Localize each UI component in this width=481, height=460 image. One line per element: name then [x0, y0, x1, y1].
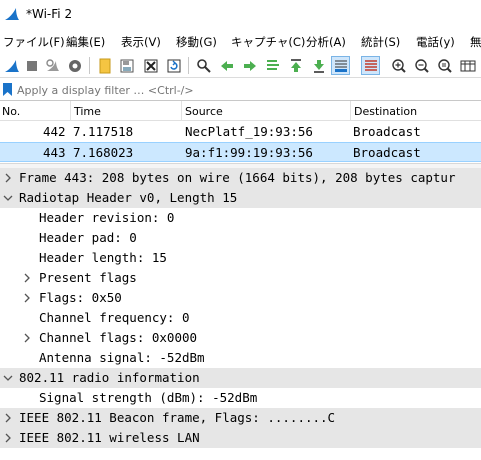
chevron-down-icon[interactable] — [2, 191, 14, 205]
tree-item-header-pad[interactable]: Header pad: 0 — [0, 228, 481, 248]
menu-file[interactable]: ファイル(F) — [3, 34, 65, 50]
tree-item-radiotap[interactable]: Radiotap Header v0, Length 15 — [0, 188, 481, 208]
last-packet-icon[interactable] — [309, 56, 328, 75]
packet-row-selected[interactable]: 443 7.168023 9a:f1:99:19:93:56 Broadcast — [0, 142, 481, 162]
capture-options-icon[interactable] — [65, 56, 84, 75]
packet-destination: Broadcast — [353, 124, 421, 139]
normal-size-icon[interactable] — [435, 56, 454, 75]
tree-item-beacon-frame[interactable]: IEEE 802.11 Beacon frame, Flags: .......… — [0, 408, 481, 428]
menu-go[interactable]: 移動(G) — [176, 34, 217, 50]
tree-item-wireless-lan[interactable]: IEEE 802.11 wireless LAN — [0, 428, 481, 448]
chevron-right-icon[interactable] — [2, 431, 14, 445]
chevron-down-icon[interactable] — [2, 371, 14, 385]
main-toolbar — [0, 53, 481, 78]
tree-item-header-length[interactable]: Header length: 15 — [0, 248, 481, 268]
restart-capture-icon[interactable] — [43, 56, 62, 75]
chevron-right-icon[interactable] — [2, 411, 14, 425]
packet-no: 443 — [43, 145, 66, 160]
stop-capture-icon[interactable] — [22, 56, 41, 75]
go-back-icon[interactable] — [217, 56, 236, 75]
colorize-icon[interactable] — [361, 56, 380, 75]
auto-scroll-icon[interactable] — [331, 56, 350, 75]
display-filter-bar — [0, 79, 481, 101]
chevron-right-icon[interactable] — [21, 271, 33, 285]
packet-source: 9a:f1:99:19:93:56 — [185, 145, 313, 160]
packet-details-tree: Frame 443: 208 bytes on wire (1664 bits)… — [0, 168, 481, 460]
packet-row[interactable]: 442 7.117518 NecPlatf_19:93:56 Broadcast — [0, 122, 481, 142]
column-header-source[interactable]: Source — [185, 105, 223, 118]
packet-list-header: No. Time Source Destination — [0, 101, 481, 121]
reload-file-icon[interactable] — [164, 56, 183, 75]
menu-telephony[interactable]: 電話(y) — [416, 34, 455, 50]
tree-item-present-flags[interactable]: Present flags — [0, 268, 481, 288]
tree-item-flags[interactable]: Flags: 0x50 — [0, 288, 481, 308]
zoom-in-icon[interactable] — [389, 56, 408, 75]
menu-bar: ファイル(F) 編集(E) 表示(V) 移動(G) キャプチャ(C) 分析(A)… — [0, 32, 481, 52]
zoom-out-icon[interactable] — [412, 56, 431, 75]
chevron-right-icon[interactable] — [21, 331, 33, 345]
menu-view[interactable]: 表示(V) — [121, 34, 161, 50]
window-title: *Wi-Fi 2 — [26, 7, 73, 21]
open-file-icon[interactable] — [95, 56, 114, 75]
menu-edit[interactable]: 編集(E) — [66, 34, 105, 50]
packet-time: 7.117518 — [73, 124, 134, 139]
chevron-right-icon[interactable] — [21, 291, 33, 305]
column-header-time[interactable]: Time — [74, 105, 101, 118]
column-header-destination[interactable]: Destination — [354, 105, 417, 118]
tree-item-frame[interactable]: Frame 443: 208 bytes on wire (1664 bits)… — [0, 168, 481, 188]
tree-item-antenna-signal[interactable]: Antenna signal: -52dBm — [0, 348, 481, 368]
packet-source: NecPlatf_19:93:56 — [185, 124, 313, 139]
display-filter-input[interactable] — [17, 81, 479, 99]
go-forward-icon[interactable] — [240, 56, 259, 75]
title-bar: *Wi-Fi 2 — [0, 0, 481, 30]
go-to-packet-icon[interactable] — [263, 56, 282, 75]
tree-item-radio-information[interactable]: 802.11 radio information — [0, 368, 481, 388]
bookmark-icon[interactable] — [3, 83, 12, 96]
menu-capture[interactable]: キャプチャ(C) — [231, 34, 305, 50]
resize-columns-icon[interactable] — [458, 56, 477, 75]
packet-list: No. Time Source Destination 442 7.117518… — [0, 101, 481, 163]
column-header-no[interactable]: No. — [2, 105, 20, 118]
chevron-right-icon[interactable] — [2, 171, 14, 185]
tree-item-signal-strength[interactable]: Signal strength (dBm): -52dBm — [0, 388, 481, 408]
tree-item-header-revision[interactable]: Header revision: 0 — [0, 208, 481, 228]
menu-analyze[interactable]: 分析(A) — [306, 34, 346, 50]
tree-item-channel-frequency[interactable]: Channel frequency: 0 — [0, 308, 481, 328]
packet-destination: Broadcast — [353, 145, 421, 160]
menu-wireless[interactable]: 無 — [470, 34, 481, 50]
tree-item-channel-flags[interactable]: Channel flags: 0x0000 — [0, 328, 481, 348]
start-capture-icon[interactable] — [2, 56, 21, 75]
menu-statistics[interactable]: 統計(S) — [361, 34, 400, 50]
find-packet-icon[interactable] — [194, 56, 213, 75]
save-file-icon[interactable] — [117, 56, 136, 75]
shark-fin-icon — [5, 8, 19, 20]
packet-time: 7.168023 — [73, 145, 134, 160]
packet-no: 442 — [43, 124, 66, 139]
close-file-icon[interactable] — [141, 56, 160, 75]
first-packet-icon[interactable] — [286, 56, 305, 75]
